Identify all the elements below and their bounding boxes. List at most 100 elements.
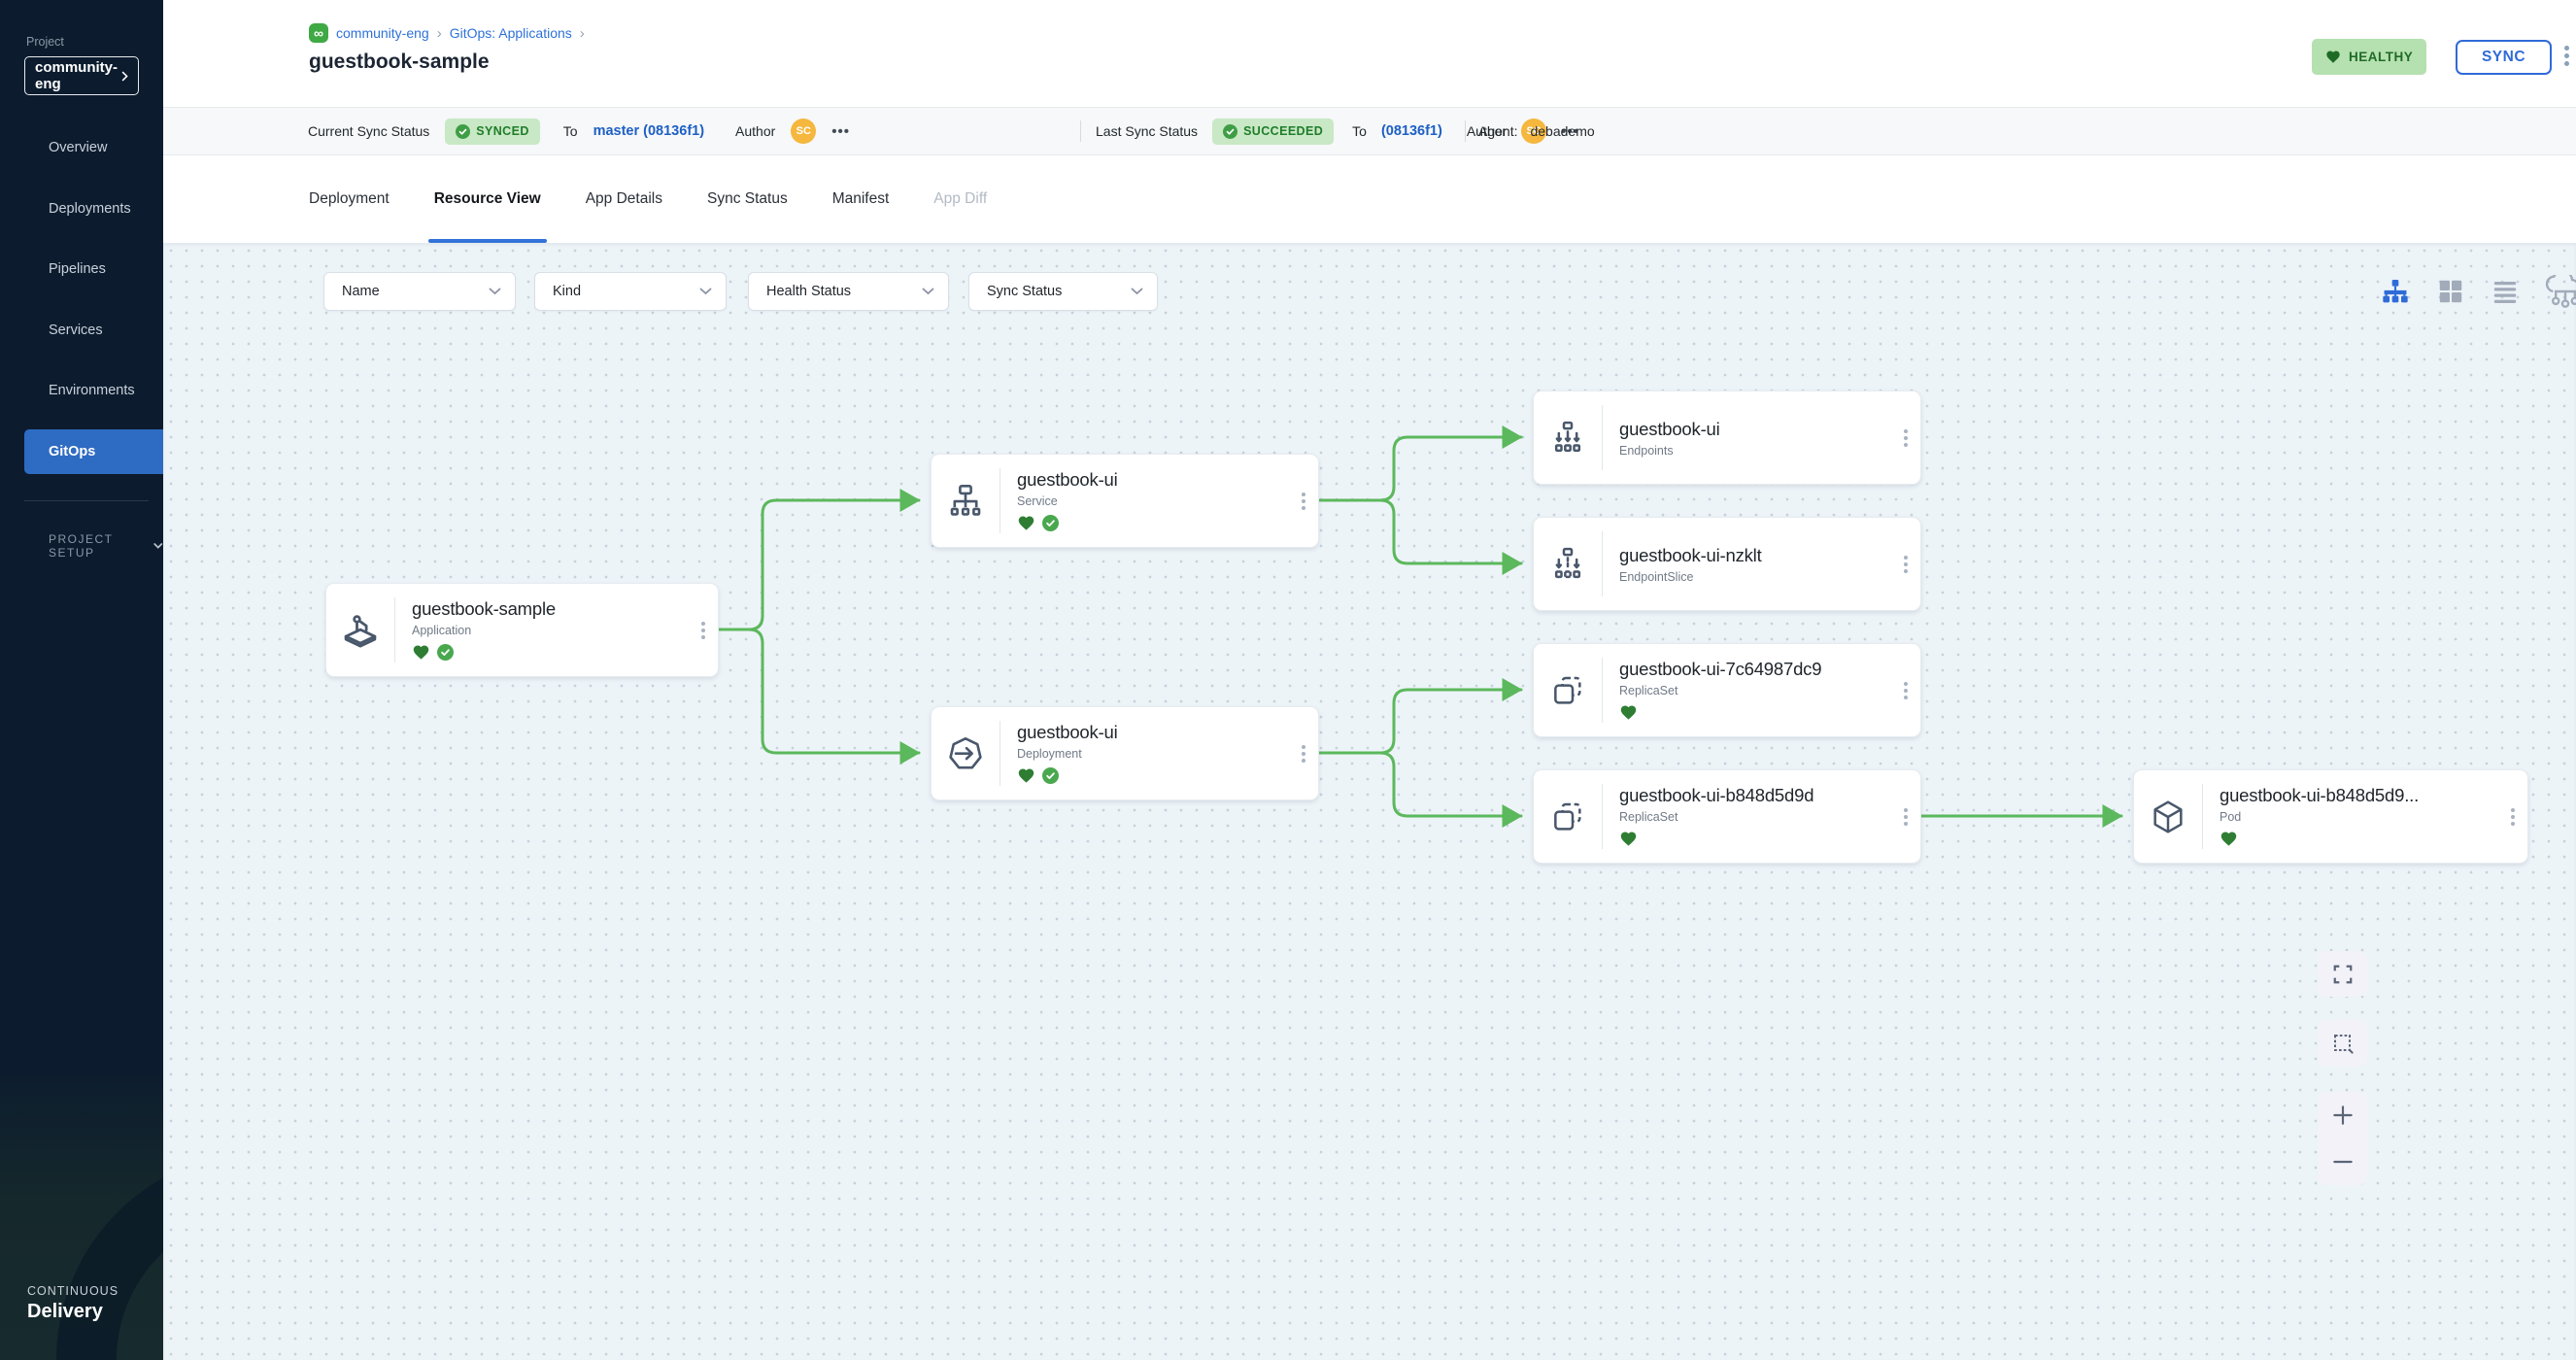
statusbar-divider — [1465, 120, 1466, 142]
node-replicaset-7c64987dc9[interactable]: guestbook-ui-7c64987dc9 ReplicaSet — [1533, 643, 1921, 737]
sidebar-item-pipelines[interactable]: Pipelines — [0, 247, 163, 291]
heart-icon — [2325, 50, 2341, 64]
breadcrumb-project-link[interactable]: community-eng — [336, 25, 429, 41]
to-label: To — [1352, 123, 1367, 139]
check-circle-icon — [437, 644, 454, 661]
node-kind: Pod — [2220, 810, 2419, 824]
tab-app-diff[interactable]: App Diff — [933, 155, 987, 243]
current-target-link[interactable]: master (08136f1) — [593, 123, 704, 139]
node-kind: Endpoints — [1619, 444, 1720, 458]
network-view-icon[interactable] — [2545, 275, 2576, 308]
node-kind: EndpointSlice — [1619, 570, 1762, 584]
node-kebab-menu-icon[interactable] — [1302, 493, 1305, 510]
zoom-out-button[interactable] — [2318, 1139, 2367, 1185]
chevron-down-icon — [922, 288, 934, 295]
pod-icon — [2149, 798, 2187, 836]
gitops-application-page: Project community-eng Overview Deploymen… — [0, 0, 2576, 1360]
to-label: To — [563, 123, 578, 139]
tree-view-icon[interactable] — [2380, 276, 2411, 307]
node-kebab-menu-icon[interactable] — [1904, 429, 1908, 447]
filter-kind-dropdown[interactable]: Kind — [534, 272, 727, 311]
project-label: Project — [26, 35, 64, 49]
breadcrumb-applications-link[interactable]: GitOps: Applications — [450, 25, 572, 41]
sidebar-item-gitops[interactable]: GitOps — [24, 429, 163, 474]
check-circle-icon — [456, 124, 470, 139]
node-deployment[interactable]: guestbook-ui Deployment — [931, 706, 1319, 800]
node-kind: Service — [1017, 494, 1118, 508]
node-pod[interactable]: guestbook-ui-b848d5d9... Pod — [2133, 769, 2528, 864]
deployment-icon — [945, 733, 986, 774]
node-title: guestbook-ui-7c64987dc9 — [1619, 659, 1821, 680]
sync-button[interactable]: SYNC — [2456, 40, 2552, 75]
project-selector[interactable]: community-eng — [24, 56, 139, 95]
marquee-select-button[interactable] — [2318, 1020, 2367, 1067]
node-kebab-menu-icon[interactable] — [1904, 556, 1908, 573]
sidebar-divider — [24, 500, 149, 501]
list-view-icon[interactable] — [2491, 277, 2520, 306]
filter-name-label: Name — [342, 284, 380, 299]
node-title: guestbook-ui — [1017, 722, 1118, 743]
project-setup-toggle[interactable]: PROJECT SETUP — [49, 532, 163, 560]
zoom-control — [2318, 1092, 2367, 1185]
gitops-logo-icon: ∞ — [309, 23, 328, 43]
node-title: guestbook-ui-b848d5d9... — [2220, 785, 2419, 806]
node-kebab-menu-icon[interactable] — [1904, 808, 1908, 826]
filter-health-status-dropdown[interactable]: Health Status — [748, 272, 949, 311]
marquee-select-icon — [2331, 1032, 2355, 1055]
breadcrumb-separator: › — [437, 25, 442, 42]
node-replicaset-b848d5d9d[interactable]: guestbook-ui-b848d5d9d ReplicaSet — [1533, 769, 1921, 864]
node-title: guestbook-sample — [412, 598, 556, 620]
agent-group: Agent: debademo — [1465, 108, 1595, 154]
last-target-link[interactable]: (08136f1) — [1381, 123, 1442, 139]
fullscreen-icon — [2332, 964, 2354, 985]
tab-manifest[interactable]: Manifest — [832, 155, 890, 243]
fullscreen-button[interactable] — [2318, 951, 2367, 997]
sidebar-item-overview[interactable]: Overview — [0, 125, 163, 170]
node-title: guestbook-ui-b848d5d9d — [1619, 785, 1813, 806]
node-kind: Deployment — [1017, 747, 1118, 761]
node-kebab-menu-icon[interactable] — [1904, 682, 1908, 699]
sidebar-item-environments[interactable]: Environments — [0, 368, 163, 413]
chevron-down-icon — [1131, 288, 1143, 295]
node-application[interactable]: guestbook-sample Application — [325, 583, 719, 677]
tab-deployment[interactable]: Deployment — [309, 155, 390, 243]
application-icon — [340, 610, 381, 651]
commit-more-dots[interactable]: ••• — [831, 123, 850, 140]
author-avatar: SC — [791, 119, 816, 144]
page-header: ∞ community-eng › GitOps: Applications ›… — [163, 0, 2576, 107]
health-badge-label: HEALTHY — [2349, 50, 2413, 64]
author-label: Author — [735, 123, 775, 139]
node-kebab-menu-icon[interactable] — [2511, 808, 2515, 826]
node-endpointslice[interactable]: guestbook-ui-nzklt EndpointSlice — [1533, 517, 1921, 611]
brand-delivery-label: Delivery — [27, 1301, 119, 1323]
succeeded-badge-label: SUCCEEDED — [1243, 124, 1323, 138]
chevron-down-icon — [489, 288, 501, 295]
filter-sync-status-dropdown[interactable]: Sync Status — [968, 272, 1158, 311]
node-kebab-menu-icon[interactable] — [701, 622, 705, 639]
zoom-in-icon — [2330, 1103, 2356, 1128]
filter-name-dropdown[interactable]: Name — [323, 272, 516, 311]
sidebar-item-deployments[interactable]: Deployments — [0, 187, 163, 231]
node-kind: ReplicaSet — [1619, 810, 1813, 824]
statusbar-divider — [1080, 120, 1081, 142]
tab-app-details[interactable]: App Details — [586, 155, 662, 243]
node-service[interactable]: guestbook-ui Service — [931, 454, 1319, 548]
tab-sync-status[interactable]: Sync Status — [707, 155, 788, 243]
sidebar-item-services[interactable]: Services — [0, 308, 163, 353]
breadcrumb-separator: › — [580, 25, 585, 42]
chevron-down-icon — [153, 542, 163, 550]
synced-badge-label: SYNCED — [476, 124, 529, 138]
chevron-right-icon — [121, 70, 128, 83]
check-circle-icon — [1042, 767, 1059, 784]
resource-tree-canvas: Name Kind Health Status Sync Status — [163, 243, 2576, 1360]
endpoints-icon — [1548, 419, 1587, 458]
current-sync-label: Current Sync Status — [308, 123, 429, 139]
grid-view-icon[interactable] — [2436, 277, 2465, 306]
node-kebab-menu-icon[interactable] — [1302, 745, 1305, 763]
zoom-in-button[interactable] — [2318, 1092, 2367, 1139]
synced-badge: SYNCED — [445, 119, 540, 145]
header-kebab-menu-icon[interactable] — [2564, 46, 2569, 66]
node-endpoints[interactable]: guestbook-ui Endpoints — [1533, 391, 1921, 485]
agent-value: debademo — [1530, 123, 1594, 139]
tab-resource-view[interactable]: Resource View — [434, 155, 541, 243]
